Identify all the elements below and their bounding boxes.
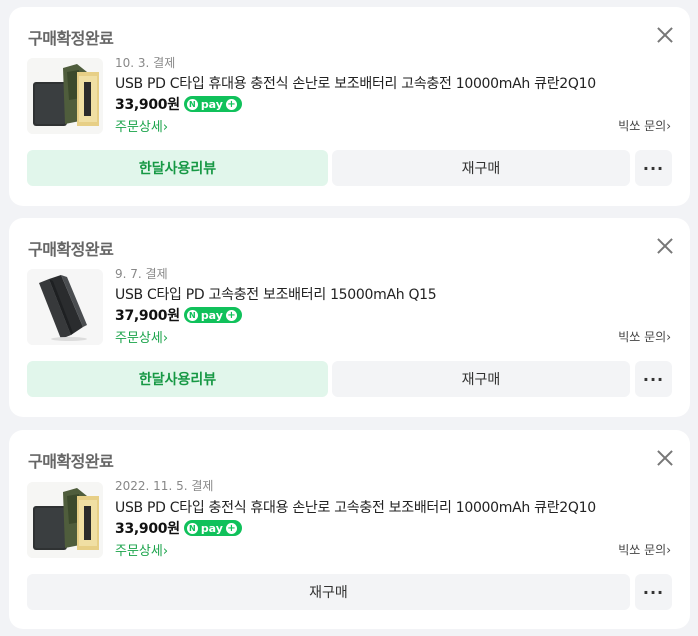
order-detail-link[interactable]: 주문상세› [115, 116, 168, 135]
npay-plus-badge: N pay + [183, 520, 242, 536]
order-status: 구매확정완료 [28, 452, 114, 471]
order-card: 구매확정완료 2022. 11. 5. 결제 USB PD C타입 충전식 휴대… [9, 430, 690, 629]
seller-inquiry-label: 빅쏘 문의 [618, 330, 667, 344]
order-detail-label: 주문상세 [115, 331, 163, 346]
chevron-right-icon: › [666, 119, 671, 133]
chevron-right-icon: › [162, 544, 169, 559]
close-icon[interactable] [655, 448, 675, 468]
payment-date: 10. 3. 결제 [115, 56, 176, 70]
order-detail-link[interactable]: 주문상세› [115, 540, 168, 559]
product-price: 33,900원 [115, 521, 180, 537]
seller-inquiry-label: 빅쏘 문의 [618, 543, 667, 557]
npay-n-icon: N [186, 522, 198, 534]
order-detail-link[interactable]: 주문상세› [115, 327, 168, 346]
npay-text: pay [200, 308, 223, 322]
order-card: 구매확정완료 10. 3. 결제 USB PD C타입 휴대용 충전식 손난로 … [9, 7, 690, 206]
review-button[interactable]: 한달사용리뷰 [27, 150, 328, 186]
rebuy-button[interactable]: 재구매 [332, 150, 630, 186]
more-options-button[interactable]: ··· [635, 150, 672, 186]
close-icon[interactable] [655, 25, 675, 45]
seller-inquiry-link[interactable]: 빅쏘 문의› [618, 328, 671, 345]
order-detail-label: 주문상세 [115, 544, 163, 559]
product-image[interactable] [27, 482, 103, 558]
product-title[interactable]: USB PD C타입 휴대용 충전식 손난로 보조배터리 고속충전 10000m… [115, 73, 596, 93]
product-title[interactable]: USB PD C타입 충전식 휴대용 손난로 고속충전 보조배터리 10000m… [115, 497, 596, 517]
product-price: 33,900원 [115, 97, 180, 113]
chevron-right-icon: › [162, 120, 169, 135]
review-button[interactable]: 한달사용리뷰 [27, 361, 328, 397]
payment-date: 9. 7. 결제 [115, 267, 168, 281]
order-detail-label: 주문상세 [115, 120, 163, 135]
npay-plus-badge: N pay + [183, 307, 242, 323]
npay-text: pay [200, 521, 223, 535]
seller-inquiry-link[interactable]: 빅쏘 문의› [618, 541, 671, 558]
seller-inquiry-link[interactable]: 빅쏘 문의› [618, 117, 671, 134]
more-options-button[interactable]: ··· [635, 361, 672, 397]
plus-icon: + [225, 309, 237, 321]
product-title[interactable]: USB C타입 PD 고속충전 보조배터리 15000mAh Q15 [115, 284, 437, 304]
price-row: 37,900원 N pay + [115, 305, 242, 325]
npay-plus-badge: N pay + [183, 96, 242, 112]
chevron-right-icon: › [162, 331, 169, 346]
price-row: 33,900원 N pay + [115, 94, 242, 114]
rebuy-button[interactable]: 재구매 [332, 361, 630, 397]
npay-n-icon: N [186, 309, 198, 321]
payment-date: 2022. 11. 5. 결제 [115, 479, 214, 493]
order-status: 구매확정완료 [28, 240, 114, 259]
npay-text: pay [200, 97, 223, 111]
order-card: 구매확정완료 9. 7. 결제 USB C타입 PD 고속충전 보조배터리 15… [9, 218, 690, 417]
chevron-right-icon: › [666, 543, 671, 557]
chevron-right-icon: › [666, 330, 671, 344]
product-image[interactable] [27, 269, 103, 345]
rebuy-button[interactable]: 재구매 [27, 574, 630, 610]
plus-icon: + [225, 98, 237, 110]
seller-inquiry-label: 빅쏘 문의 [618, 119, 667, 133]
product-image[interactable] [27, 58, 103, 134]
more-options-button[interactable]: ··· [635, 574, 672, 610]
close-icon[interactable] [655, 236, 675, 256]
npay-n-icon: N [186, 98, 198, 110]
product-price: 37,900원 [115, 308, 180, 324]
order-status: 구매확정완료 [28, 29, 114, 48]
price-row: 33,900원 N pay + [115, 518, 242, 538]
plus-icon: + [225, 522, 237, 534]
